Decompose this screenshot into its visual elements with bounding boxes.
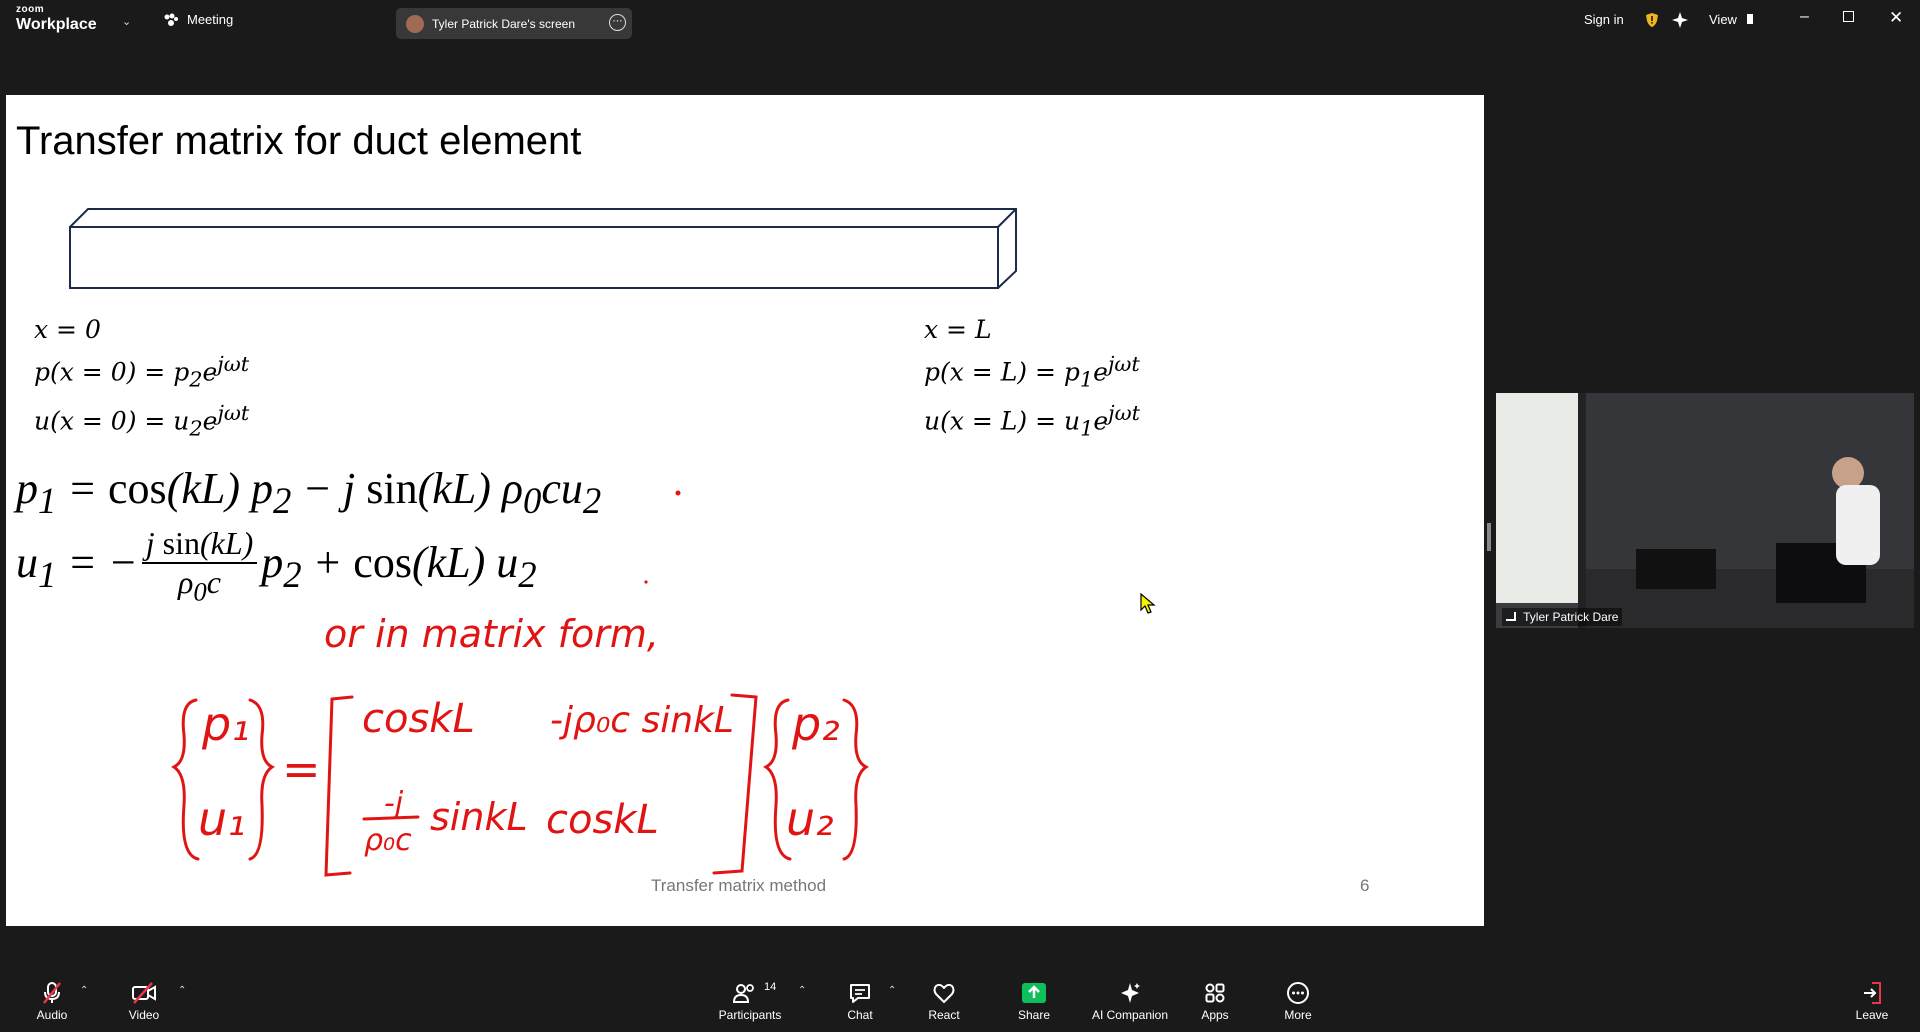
handwritten-note: or in matrix form,	[324, 612, 659, 656]
handwritten-annotations: or in matrix form, p₁ u₁ = coskL -jρ₀c s…	[171, 490, 869, 877]
sparkle-icon[interactable]	[1671, 11, 1689, 29]
apps-button[interactable]: Apps	[1175, 981, 1255, 1022]
video-button[interactable]: Video	[104, 981, 184, 1022]
participant-name-label: Tyler Patrick Dare	[1502, 608, 1623, 626]
restore-icon[interactable]	[1843, 11, 1854, 22]
leave-label: Leave	[1855, 1008, 1889, 1022]
brand-big-text: Workplace	[16, 16, 97, 33]
audio-label: Audio	[36, 1008, 68, 1022]
avatar	[406, 14, 424, 33]
participants-icon	[732, 984, 754, 1003]
matrix-m12: -jρ₀c sinkL	[550, 700, 734, 741]
slide-footer: Transfer matrix method	[651, 876, 827, 895]
share-screen-icon	[1022, 983, 1046, 1003]
shared-screen-label: Tyler Patrick Dare's screen	[432, 16, 575, 31]
shared-screen-indicator[interactable]: Tyler Patrick Dare's screen ⋯	[396, 8, 632, 39]
matrix-m21-num: -j	[384, 786, 404, 821]
view-menu[interactable]: View	[1709, 12, 1753, 27]
ink-dot	[675, 490, 681, 496]
ink-dot	[644, 580, 648, 584]
top-bar: zoom Workplace ⌄ Meeting Tyler Patrick D…	[0, 0, 1920, 44]
participant-name: Tyler Patrick Dare	[1523, 610, 1619, 624]
panel-resize-handle[interactable]	[1487, 523, 1491, 551]
chat-label: Chat	[847, 1008, 873, 1022]
signal-strength-icon	[1506, 612, 1516, 621]
participant-video-feed	[1496, 393, 1914, 628]
chevron-down-icon[interactable]: ⌄	[122, 15, 131, 28]
brand-small-text: zoom	[16, 4, 45, 15]
equals-sign: =	[282, 742, 321, 796]
participants-count: 14	[764, 981, 777, 993]
meeting-toolbar: Audio ⌃ Video ⌃ 14 Participants ⌃ Chat ⌃	[0, 973, 1920, 1032]
chat-icon	[850, 984, 870, 1003]
muted-microphone-icon	[43, 982, 61, 1004]
rhs-right-brace	[842, 698, 869, 861]
apps-label: Apps	[1201, 1008, 1229, 1022]
sign-in-link[interactable]: Sign in	[1584, 12, 1624, 27]
ai-companion-button[interactable]: AI Companion	[1080, 981, 1180, 1022]
matrix-left-bracket	[324, 695, 354, 877]
view-layout-icon	[1746, 14, 1753, 24]
leave-button[interactable]: Leave	[1832, 981, 1912, 1022]
matrix-m21-tail: sinkL	[430, 795, 528, 839]
heart-icon	[933, 983, 955, 1003]
participants-icon-wrap: 14	[710, 981, 790, 1005]
share-button[interactable]: Share	[994, 981, 1074, 1022]
view-label: View	[1709, 12, 1737, 27]
video-label: Video	[128, 1008, 160, 1022]
matrix-m11: coskL	[362, 696, 475, 742]
video-options-caret[interactable]: ⌃	[178, 985, 186, 996]
apps-icon	[1205, 983, 1225, 1003]
close-icon[interactable]: ✕	[1889, 8, 1903, 28]
zoom-workplace-logo[interactable]: zoom Workplace	[16, 5, 97, 33]
shield-icon[interactable]	[1645, 12, 1659, 28]
leave-icon	[1864, 982, 1881, 1004]
react-label: React	[928, 1008, 960, 1022]
react-button[interactable]: React	[904, 981, 984, 1022]
matrix-m22: coskL	[546, 797, 659, 843]
matrix-lhs-bottom: u₁	[198, 792, 246, 846]
audio-options-caret[interactable]: ⌃	[80, 985, 88, 996]
minimize-icon[interactable]: –	[1800, 8, 1809, 26]
more-options-icon[interactable]: ⋯	[609, 14, 626, 31]
meeting-label: Meeting	[187, 12, 234, 27]
more-button[interactable]: More	[1258, 981, 1338, 1022]
meeting-menu-button[interactable]: Meeting	[162, 12, 233, 27]
more-label: More	[1284, 1008, 1312, 1022]
lhs-right-brace	[248, 698, 275, 861]
slide-page-number: 6	[1360, 876, 1370, 895]
ai-companion-icon	[1121, 983, 1140, 1003]
lhs-left-brace	[171, 698, 200, 861]
participant-video-tile[interactable]: Tyler Patrick Dare	[1496, 393, 1914, 628]
ai-companion-label: AI Companion	[1091, 1008, 1169, 1022]
participants-options-caret[interactable]: ⌃	[798, 985, 806, 996]
chat-options-caret[interactable]: ⌃	[888, 985, 896, 996]
participants-label: Participants	[718, 1008, 782, 1022]
participants-button[interactable]: 14 Participants	[710, 981, 790, 1022]
matrix-lhs-top: p₁	[201, 697, 250, 751]
mouse-cursor-icon	[1140, 593, 1156, 614]
matrix-m21-den: ρ₀c	[364, 823, 412, 858]
video-off-icon	[132, 982, 156, 1004]
fraction-line	[362, 815, 420, 821]
more-icon	[1287, 982, 1309, 1004]
matrix-rhs-bottom: u₂	[786, 792, 834, 846]
matrix-rhs-top: p₂	[791, 697, 840, 751]
share-label: Share	[1017, 1008, 1051, 1022]
shared-slide: Transfer matrix for duct element x = 0 p…	[6, 95, 1484, 926]
meeting-icon	[164, 13, 178, 26]
